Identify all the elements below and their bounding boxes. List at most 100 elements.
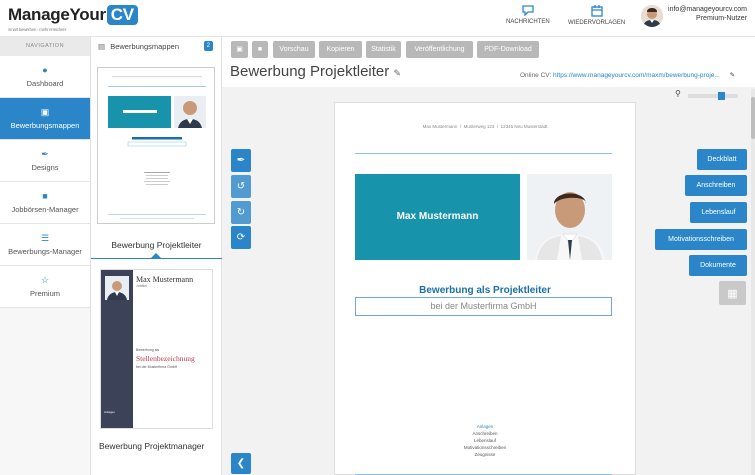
add-document-button[interactable]: ▦ [719,281,746,305]
file-icon: ▦ [727,288,738,300]
folders-panel: ▤ Bewerbungsmappen 2 Bewerbung Projektle… [91,37,222,475]
user-avatar[interactable] [641,5,663,27]
doc-attachment-item: Lebenslauf [473,438,497,443]
folders-heading: ▤ Bewerbungsmappen 2 [91,37,221,56]
scrollbar[interactable] [751,89,755,475]
online-cv-link[interactable]: https://www.manageyourcv.com/maxm/bewerb… [553,72,720,79]
logo-text: ManageYour [8,5,106,24]
sidebar-item-premium[interactable]: ☆ Premium [0,266,90,308]
redo-button[interactable]: ↻ [231,201,251,224]
sidebar-item-designs[interactable]: ✒ Designs [0,140,90,182]
pdf-download-button[interactable]: PDF-Download [477,41,539,58]
user-email: info@manageyourcv.com [668,6,747,13]
save-button[interactable]: ▣ [231,41,248,58]
doc-company-field[interactable]: bei der Musterfirma GmbH [355,297,612,316]
undo-button[interactable]: ↺ [231,175,251,198]
thumb2-anlagen: Anlagen [104,410,116,414]
doc-name: Max Mustermann [396,211,479,222]
star-icon: ☆ [40,275,50,285]
doc-attachment-item: Motivationsschreiben [463,445,507,450]
thumb2-name: Max Mustermann [136,275,194,284]
document-icon: ▣ [40,107,50,117]
calendar-icon [568,5,625,20]
doc-divider-top [355,153,612,154]
copy-button[interactable]: Kopieren [319,41,362,58]
sidebar-heading: NAVIGATION [0,37,90,56]
user-icon: ● [42,65,48,75]
folder-name-projektmanager[interactable]: Bewerbung Projektmanager [91,441,222,451]
collapse-panel-button[interactable]: ❮ [231,453,251,474]
statistics-button[interactable]: Statistik [366,41,401,58]
online-cv: Online CV: https://www.manageyourcv.com/… [520,71,735,79]
logo[interactable]: ManageYour CV smart bewerben - mehr errei… [8,5,138,32]
zoom-control: ⚲ [675,89,745,101]
delete-button[interactable]: ■ [252,41,268,58]
thumb2-position-big: Stellenbezeichnung [136,354,195,363]
doc-name-banner: Max Mustermann [355,174,520,260]
doc-attachment-item: Anschreiben [472,431,498,436]
scrollbar-thumb[interactable] [751,97,755,139]
doc-heading: Bewerbung als Projektleiter [419,285,551,296]
doc-attachments-title: Anlagen [476,424,494,429]
folder-thumbnail-projektmanager[interactable]: Max Mustermann Jobtitel Bewerbung als St… [100,269,213,429]
zoom-slider[interactable] [688,92,738,100]
nav-messages-label: NACHRICHTEN [506,19,550,25]
doc-attachments: Anlagen Anschreiben Lebenslauf Motivatio… [335,423,635,458]
refresh-button[interactable]: ⟳ [231,226,251,249]
edit-link-icon[interactable]: ✎ [730,72,735,79]
sidebar-item-label: Dashboard [26,79,64,88]
sidebar-item-label: Bewerbungsmappen [10,121,80,130]
sidebar: NAVIGATION ● Dashboard ▣ Bewerbungsmappe… [0,37,91,475]
title-row: Bewerbung Projektleiter ✎ Online CV: htt… [222,62,755,87]
chat-icon [506,5,550,19]
trash-icon: ■ [257,46,263,53]
main-area: ▣ ■ Vorschau Kopieren Statistik Veröffen… [222,37,755,475]
nav-followups[interactable]: WIEDERVORLAGEN [568,5,625,26]
tab-deckblatt[interactable]: Deckblatt [697,149,747,170]
top-bar: ManageYour CV smart bewerben - mehr errei… [0,0,755,37]
user-info[interactable]: info@manageyourcv.com Premium-Nutzer [667,5,747,23]
doc-address-line: Max Mustermann / Musterweg 123 / 12345 N… [422,124,548,129]
thumb2-photo [105,276,129,300]
logo-cv-badge: CV [106,5,138,25]
folder-active-caret [151,253,161,258]
brush-icon: ✒ [236,155,246,166]
briefcase-icon: ■ [42,191,48,201]
folder-name-projektleiter[interactable]: Bewerbung Projektleiter [91,240,222,250]
chevron-left-icon: ❮ [236,458,246,469]
refresh-icon: ⟳ [236,232,246,243]
sidebar-item-label: Jobbörsen-Manager [11,205,79,214]
sidebar-item-dashboard[interactable]: ● Dashboard [0,56,90,98]
document-preview[interactable]: Max Mustermann / Musterweg 123 / 12345 N… [334,102,636,475]
toolbar: ▣ ■ Vorschau Kopieren Statistik Veröffen… [222,37,755,62]
sidebar-item-label: Bewerbungs-Manager [8,247,82,256]
tab-dokumente[interactable]: Dokumente [689,255,747,276]
folder-thumbnail-projektleiter[interactable] [97,67,215,224]
folders-count-badge: 2 [203,41,213,51]
nav-messages[interactable]: NACHRICHTEN [506,5,550,25]
list-icon: ☰ [40,233,50,243]
edit-title-icon[interactable]: ✎ [393,68,401,78]
logo-tagline: smart bewerben - mehr erreichen! [8,27,67,32]
publish-button[interactable]: Veröffentlichung [406,41,473,58]
undo-icon: ↺ [236,181,246,192]
redo-icon: ↻ [236,207,246,218]
tab-anschreiben[interactable]: Anschreiben [685,175,747,196]
sidebar-item-label: Premium [29,289,60,298]
design-tool-button[interactable]: ✒ [231,149,251,172]
save-icon: ▣ [236,46,243,53]
zoom-slider-handle[interactable] [718,92,725,100]
sidebar-item-bewerbungs-manager[interactable]: ☰ Bewerbungs-Manager [0,224,90,266]
sidebar-item-bewerbungsmappen[interactable]: ▣ Bewerbungsmappen [0,98,90,140]
tab-lebenslauf[interactable]: Lebenslauf [690,202,747,223]
zoom-icon: ⚲ [675,89,681,98]
thumb2-job: Jobtitel [136,284,148,288]
folder-active-indicator [91,258,222,259]
sidebar-item-jobboersen[interactable]: ■ Jobbörsen-Manager [0,182,90,224]
sidebar-item-label: Designs [31,163,59,172]
thumb2-company: bei der Musterfirma GmbH [136,365,178,369]
preview-button[interactable]: Vorschau [273,41,315,58]
page-title-text: Bewerbung Projektleiter [230,63,390,80]
online-cv-label: Online CV: [520,72,552,79]
tab-motivationsschreiben[interactable]: Motivationsschreiben [655,229,747,250]
